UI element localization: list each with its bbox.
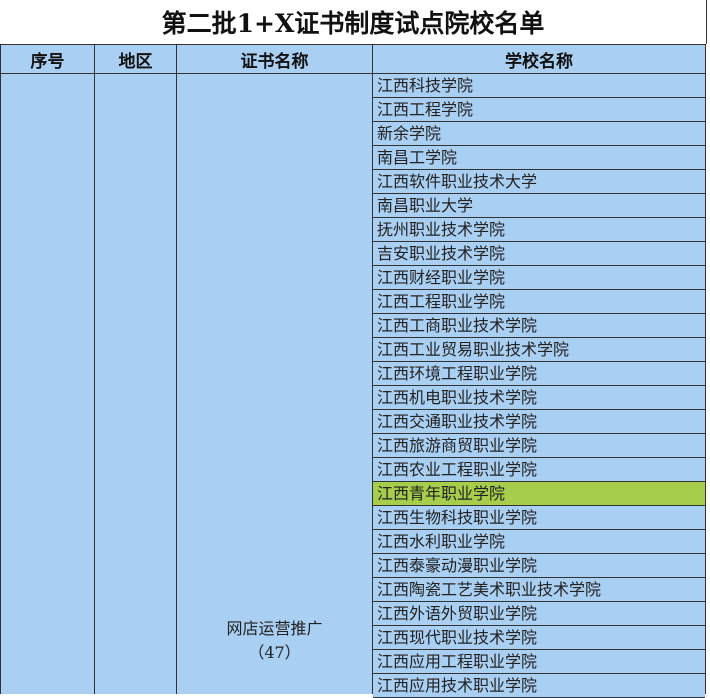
- school-cell[interactable]: 新余学院: [373, 122, 705, 146]
- school-cell[interactable]: 江西科技学院: [373, 74, 705, 98]
- school-cell[interactable]: 南昌职业大学: [373, 194, 705, 218]
- school-cell[interactable]: 江西应用技术职业学院: [373, 674, 705, 698]
- index-merged-cell[interactable]: [0, 74, 94, 694]
- school-cell[interactable]: 江西外语外贸职业学院: [373, 602, 705, 626]
- school-cell[interactable]: 南昌工学院: [373, 146, 705, 170]
- school-cell[interactable]: 江西工程学院: [373, 98, 705, 122]
- school-cell[interactable]: 江西工程职业学院: [373, 290, 705, 314]
- header-index[interactable]: 序号: [0, 44, 94, 74]
- school-cell[interactable]: 江西生物科技职业学院: [373, 506, 705, 530]
- header-school[interactable]: 学校名称: [372, 44, 706, 74]
- school-cell[interactable]: 江西农业工程职业学院: [373, 458, 705, 482]
- certificate-name: 网店运营推广: [226, 619, 323, 638]
- school-cell[interactable]: 江西工业贸易职业技术学院: [373, 338, 705, 362]
- school-cell[interactable]: 江西青年职业学院: [373, 482, 705, 506]
- school-list: 江西科技学院 江西工程学院 新余学院 南昌工学院 江西软件职业技术大学 南昌职业大学 抚州职…: [372, 74, 706, 698]
- sheet-title: 第二批1+X证书制度试点院校名单: [0, 0, 707, 44]
- header-certificate[interactable]: 证书名称: [176, 44, 372, 74]
- header-region[interactable]: 地区: [94, 44, 176, 74]
- certificate-count: （47）: [248, 643, 301, 662]
- school-cell[interactable]: 江西交通职业技术学院: [373, 410, 705, 434]
- school-cell[interactable]: 吉安职业技术学院: [373, 242, 705, 266]
- school-cell[interactable]: 江西财经职业学院: [373, 266, 705, 290]
- school-cell[interactable]: 江西泰豪动漫职业学院: [373, 554, 705, 578]
- school-cell[interactable]: 江西机电职业技术学院: [373, 386, 705, 410]
- school-cell[interactable]: 江西软件职业技术大学: [373, 170, 705, 194]
- certificate-merged-cell[interactable]: 网店运营推广 （47）: [176, 74, 372, 694]
- school-cell[interactable]: 江西水利职业学院: [373, 530, 705, 554]
- table-body: 网店运营推广 （47） 江西科技学院 江西工程学院 新余学院 南昌工学院 江西软件职业技…: [0, 74, 706, 698]
- certificate-label: 网店运营推广 （47）: [177, 617, 372, 665]
- school-cell[interactable]: 江西现代职业技术学院: [373, 626, 705, 650]
- school-cell[interactable]: 江西旅游商贸职业学院: [373, 434, 705, 458]
- header-row: 序号 地区 证书名称 学校名称: [0, 44, 706, 74]
- school-cell[interactable]: 江西工商职业技术学院: [373, 314, 705, 338]
- spreadsheet: 第二批1+X证书制度试点院校名单 序号 地区 证书名称 学校名称 网店运营推广 …: [0, 0, 710, 698]
- school-cell[interactable]: 江西应用工程职业学院: [373, 650, 705, 674]
- school-cell[interactable]: 江西陶瓷工艺美术职业技术学院: [373, 578, 705, 602]
- school-cell[interactable]: 抚州职业技术学院: [373, 218, 705, 242]
- school-cell[interactable]: 江西环境工程职业学院: [373, 362, 705, 386]
- region-merged-cell[interactable]: [94, 74, 176, 694]
